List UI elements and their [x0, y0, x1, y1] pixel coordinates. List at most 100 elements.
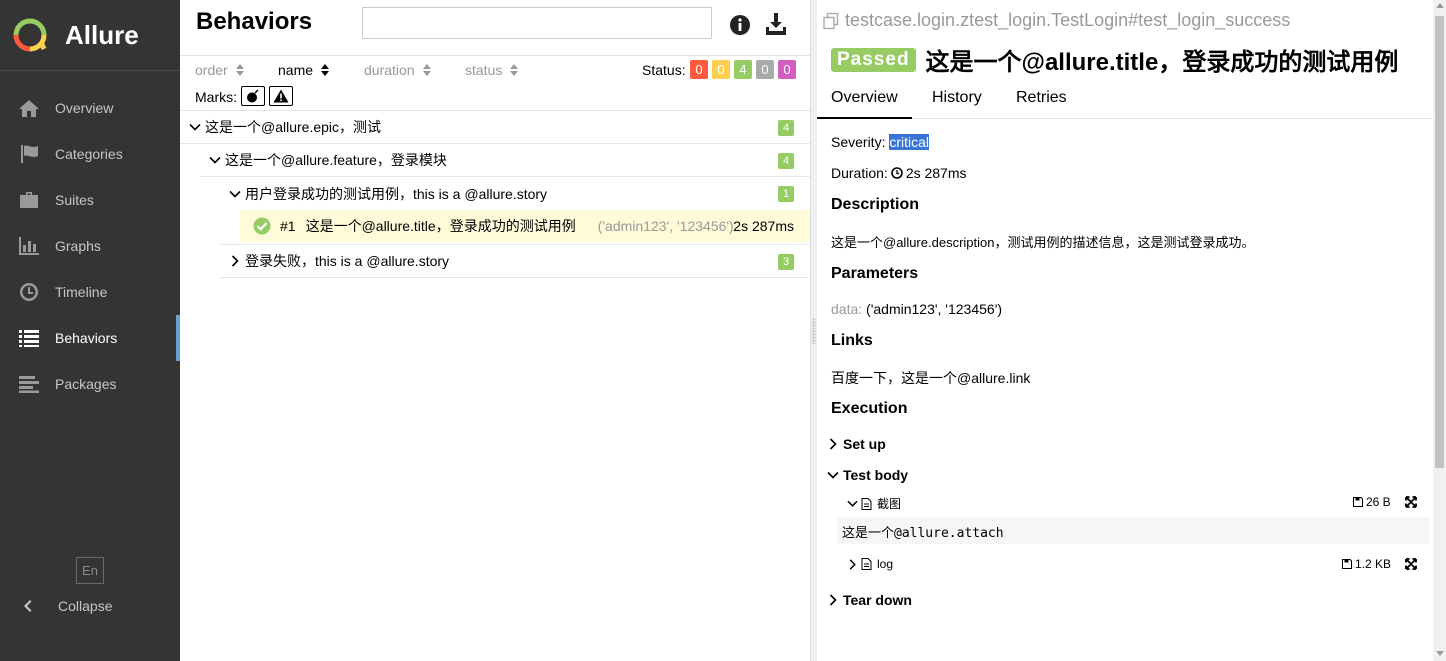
collapse-button[interactable]: Collapse — [18, 598, 112, 614]
duration-label: Duration: — [831, 165, 888, 181]
severity-value: critical — [889, 134, 930, 150]
mark-flaky-button[interactable] — [241, 86, 265, 106]
test-case-row[interactable]: #1 这是一个@allure.title，登录成功的测试用例 ('admin12… — [240, 210, 810, 242]
teardown-step[interactable]: Tear down — [827, 592, 912, 608]
home-icon — [19, 100, 39, 117]
step-label: Set up — [843, 436, 886, 452]
group-label: 登录失败，this is a @allure.story — [245, 253, 450, 269]
sort-label: name — [278, 62, 314, 78]
testcase-title: 这是一个@allure.title，登录成功的测试用例 — [925, 49, 1399, 76]
sort-by-name[interactable]: name — [278, 62, 330, 78]
info-icon[interactable] — [729, 14, 751, 36]
status-filter-unknown[interactable]: 0 — [778, 60, 796, 79]
sort-arrows-icon — [321, 64, 330, 76]
chevron-right-icon — [829, 594, 837, 606]
tab-retries[interactable]: Retries — [1016, 89, 1067, 107]
sidebar-item-graphs[interactable]: Graphs — [0, 223, 180, 269]
bomb-icon — [247, 89, 259, 103]
status-filter-passed[interactable]: 4 — [734, 60, 752, 79]
sidebar-item-timeline[interactable]: Timeline — [0, 269, 180, 315]
scrollbar-thumb[interactable] — [1435, 16, 1444, 468]
sidebar-item-label: Timeline — [55, 284, 108, 300]
duration-row: Duration: 2s 287ms — [831, 165, 967, 181]
search-input[interactable] — [362, 7, 712, 39]
links-heading: Links — [831, 332, 873, 349]
download-icon[interactable] — [764, 12, 788, 36]
testcase-title-row: Passed 这是一个@allure.title，登录成功的测试用例 — [831, 42, 1398, 77]
status-filter-failed[interactable]: 0 — [690, 60, 708, 79]
test-case-params: ('admin123', '123456') — [597, 218, 734, 234]
step-label: Test body — [843, 467, 909, 483]
sort-label: order — [195, 62, 228, 78]
scroll-up-arrow-icon[interactable] — [1436, 3, 1444, 8]
expand-icon[interactable] — [1405, 496, 1417, 508]
chevron-left-icon — [24, 600, 32, 612]
test-body-step[interactable]: Test body — [827, 467, 908, 483]
tab-overview[interactable]: Overview — [817, 89, 912, 119]
test-case-duration: 2s 287ms — [733, 218, 794, 234]
status-filter-skipped[interactable]: 0 — [756, 60, 774, 79]
description-text: 这是一个@allure.description，测试用例的描述信息，这是测试登录… — [831, 235, 1255, 250]
status-filter-broken[interactable]: 0 — [712, 60, 730, 79]
expand-icon[interactable] — [1405, 558, 1417, 570]
sort-label: status — [465, 62, 503, 78]
sidebar-item-label: Overview — [55, 100, 114, 116]
attachment-size: 26 B — [1353, 495, 1391, 509]
parameter-value: ('admin123', '123456') — [866, 301, 1003, 317]
status-filter-label: Status: — [642, 62, 686, 78]
chevron-down-icon — [847, 500, 858, 507]
language-switch[interactable]: En — [76, 557, 104, 584]
sidebar-item-overview[interactable]: Overview — [0, 85, 180, 131]
chevron-down-icon — [229, 190, 241, 198]
sidebar-item-packages[interactable]: Packages — [0, 361, 180, 407]
chevron-down-icon — [209, 156, 221, 164]
attachment-screenshot[interactable]: 截图 — [847, 495, 901, 512]
sidebar-item-categories[interactable]: Categories — [0, 131, 180, 177]
tree-group-story[interactable]: 用户登录成功的测试用例，this is a @allure.story 1 — [220, 177, 810, 210]
parameter-name: data — [831, 301, 859, 317]
tree-group-story[interactable]: 登录失败，this is a @allure.story 3 — [220, 245, 810, 278]
sidebar-nav: Overview Categories Suites Graphs Timeli… — [0, 85, 180, 407]
attachment-name: log — [877, 557, 894, 571]
vertical-scrollbar[interactable] — [1433, 0, 1446, 661]
description-heading: Description — [831, 196, 920, 213]
status-badge: Passed — [831, 47, 916, 72]
sort-by-order[interactable]: order — [195, 62, 244, 78]
group-label: 用户登录成功的测试用例，this is a @allure.story — [245, 185, 548, 202]
link-item[interactable]: 百度一下，这是一个@allure.link — [831, 368, 1030, 388]
behaviors-pane: Behaviors order name duration status Sta… — [180, 0, 810, 661]
sidebar-item-label: Graphs — [55, 238, 101, 254]
sort-by-duration[interactable]: duration — [364, 62, 431, 78]
group-count-badge: 3 — [778, 254, 794, 270]
clock-icon — [20, 283, 39, 301]
brand[interactable]: Allure — [0, 0, 180, 71]
tree-group-feature[interactable]: 这是一个@allure.feature，登录模块 4 — [200, 144, 810, 177]
severity-label: Severity: — [831, 134, 886, 150]
mark-new-failed-button[interactable] — [269, 86, 293, 106]
file-icon — [861, 558, 872, 570]
drag-handle-icon — [812, 318, 816, 344]
pane-splitter[interactable] — [810, 0, 817, 661]
parameters-heading: Parameters — [831, 265, 919, 282]
save-icon — [1342, 559, 1352, 569]
chevron-right-icon — [829, 438, 837, 450]
scroll-down-arrow-icon[interactable] — [1436, 651, 1444, 656]
sort-by-status[interactable]: status — [465, 62, 519, 78]
copy-icon[interactable] — [822, 12, 840, 30]
clock-icon — [891, 167, 903, 179]
app-name: Allure — [65, 19, 139, 50]
marks-label: Marks: — [195, 89, 237, 105]
save-icon — [1353, 497, 1363, 507]
group-count-badge: 4 — [778, 153, 794, 169]
tree-group-epic[interactable]: 这是一个@allure.epic，测试 4 — [180, 111, 810, 144]
setup-step[interactable]: Set up — [827, 436, 886, 452]
tab-history[interactable]: History — [932, 89, 982, 107]
testcase-pane: testcase.login.ztest_login.TestLogin#tes… — [817, 0, 1433, 661]
chevron-right-icon — [231, 255, 239, 267]
attachment-log[interactable]: log — [847, 557, 893, 571]
sidebar-item-behaviors[interactable]: Behaviors — [0, 315, 180, 361]
attachment-size-text: 26 B — [1366, 495, 1391, 509]
step-label: Tear down — [843, 592, 912, 608]
sidebar-item-suites[interactable]: Suites — [0, 177, 180, 223]
severity-row: Severity: critical — [831, 134, 930, 150]
